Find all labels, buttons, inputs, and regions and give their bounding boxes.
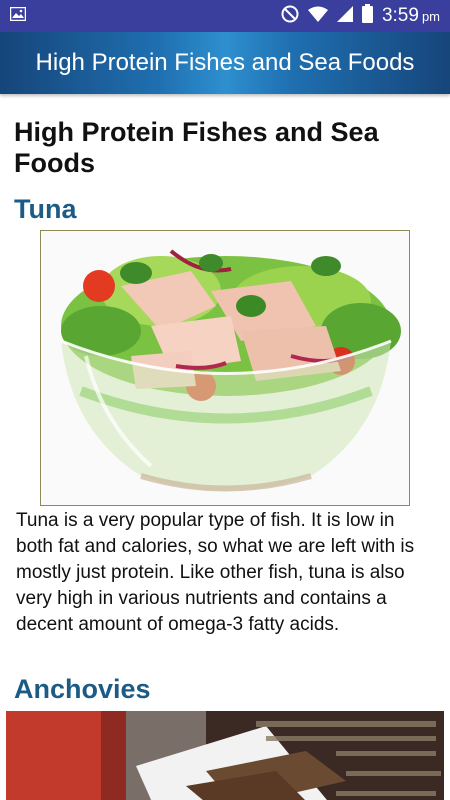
tuna-salad-image — [40, 230, 410, 506]
anchovies-image — [6, 711, 444, 800]
wifi-icon — [307, 6, 328, 27]
status-bar: 3:59 pm — [0, 0, 450, 32]
status-left — [9, 6, 27, 26]
article-content[interactable]: High Protein Fishes and Sea Foods Tuna T… — [0, 94, 450, 800]
signal-icon — [336, 5, 353, 27]
image-notification-icon — [9, 6, 27, 26]
do-not-disturb-icon — [281, 5, 299, 28]
app-bar-title: High Protein Fishes and Sea Foods — [35, 49, 415, 76]
app-bar: High Protein Fishes and Sea Foods — [0, 32, 450, 94]
section-heading-anchovies: Anchovies — [14, 674, 151, 704]
battery-icon — [361, 4, 373, 28]
status-right: 3:59 pm — [281, 4, 440, 28]
tuna-description: Tuna is a very popular type of fish. It … — [16, 510, 415, 635]
page-title: High Protein Fishes and Sea Foods — [14, 117, 379, 178]
section-heading-tuna: Tuna — [14, 194, 77, 224]
status-time: 3:59 pm — [381, 5, 440, 26]
